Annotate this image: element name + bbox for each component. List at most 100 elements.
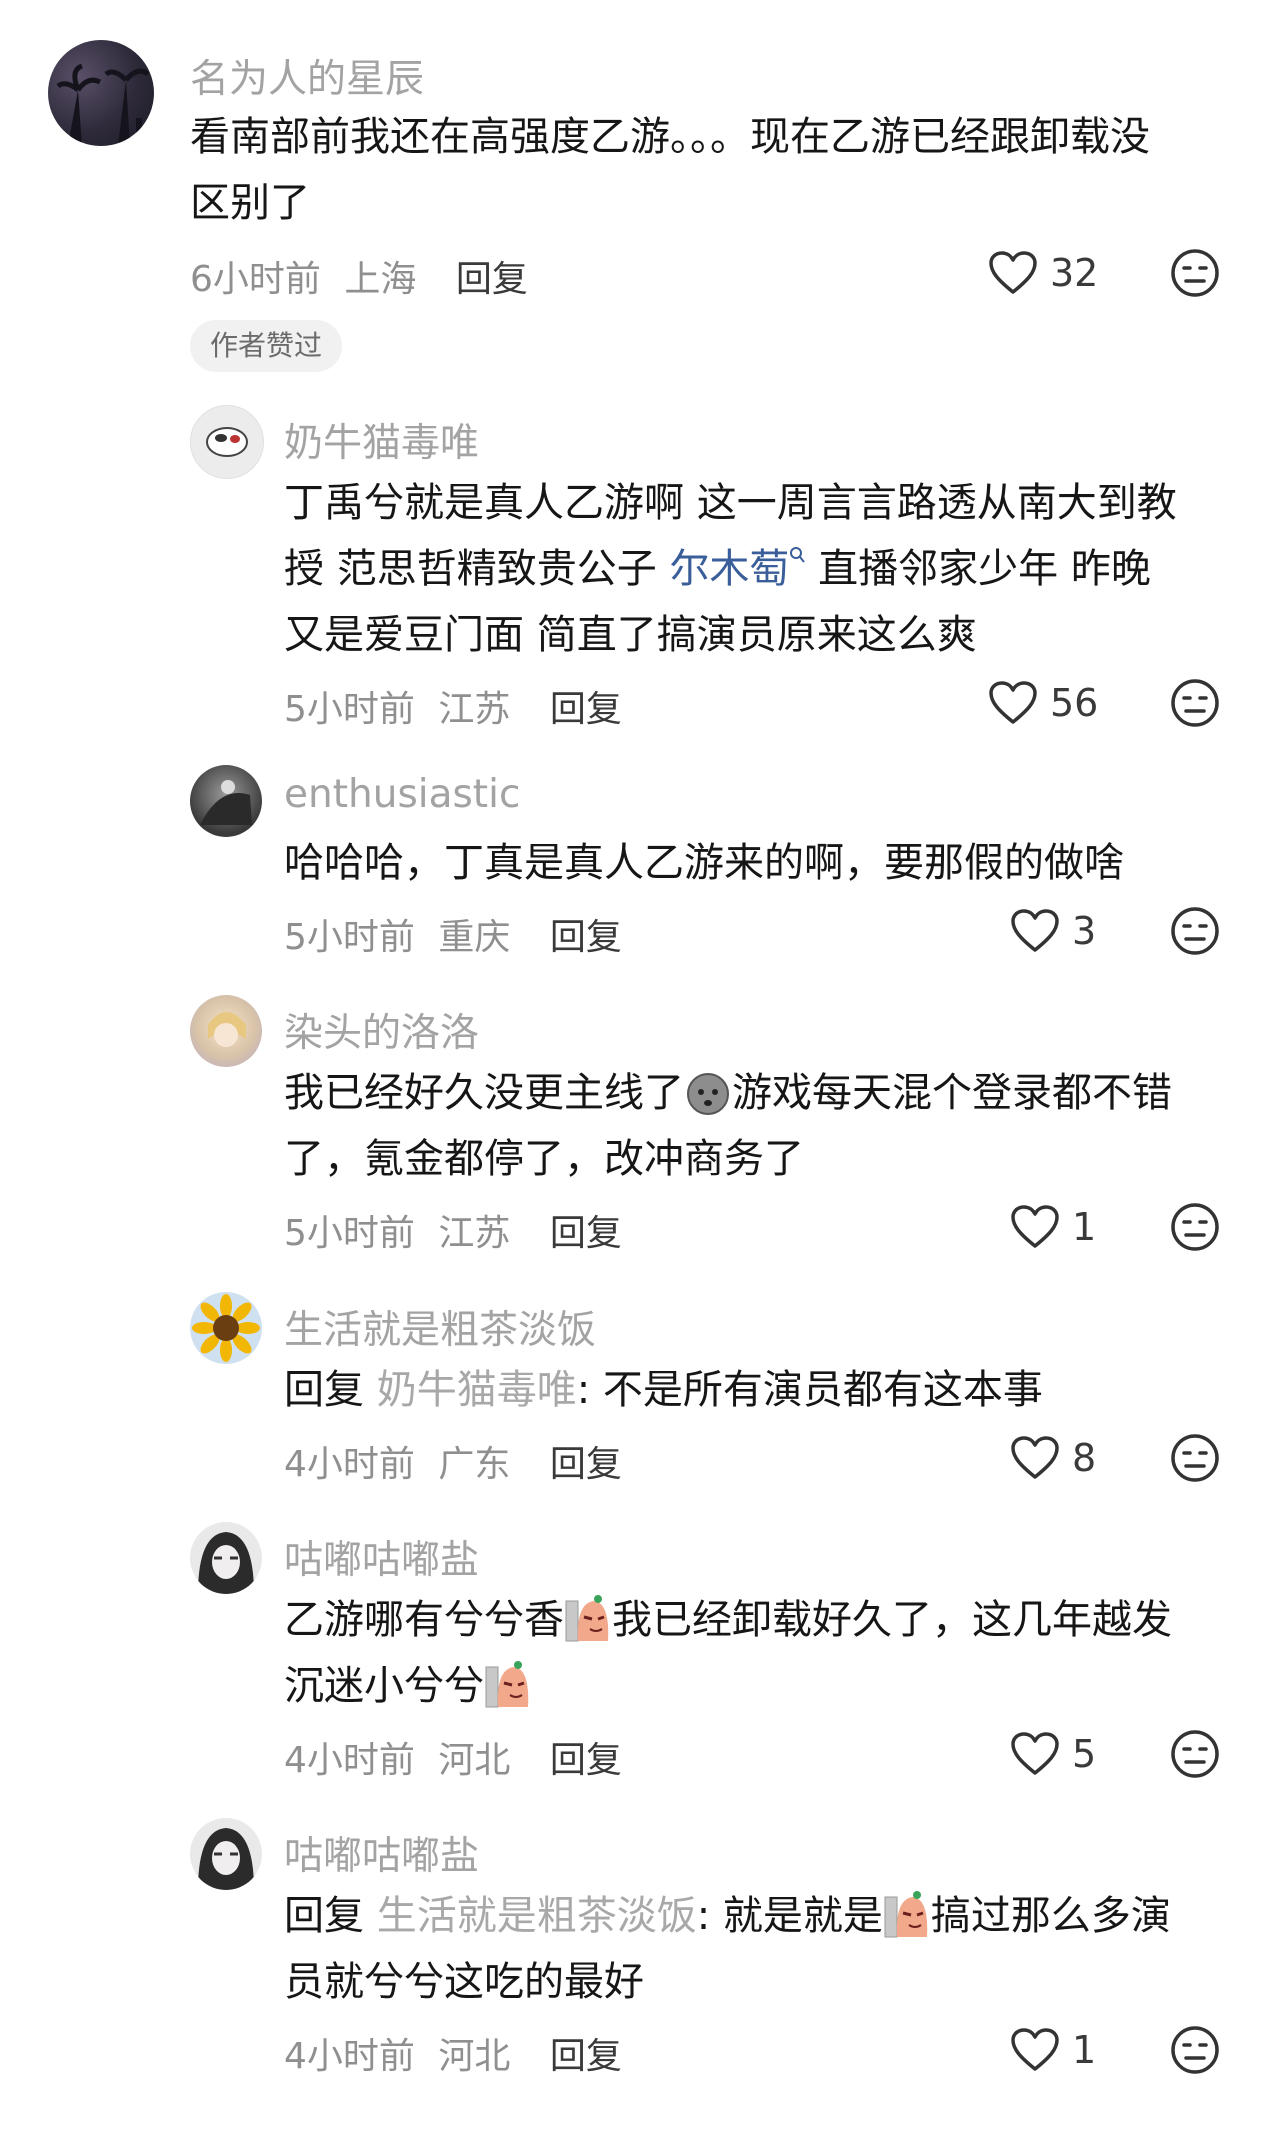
search-link-label: 尔木萄 [669, 546, 790, 592]
heart-outline-icon [1011, 909, 1059, 952]
like-count: 32 [1050, 251, 1099, 295]
sticker-emoji [684, 1066, 732, 1116]
comment-text-line: 沉迷小兮兮 [284, 1653, 532, 1719]
like-button[interactable]: 32 [988, 250, 1098, 296]
comment-username[interactable]: 奶牛猫毒唯 [284, 412, 479, 468]
comment-text-segment: 搞过那么多演 [930, 1893, 1171, 1939]
reply-prefix: 回复 [284, 1893, 377, 1939]
reply-button[interactable]: 回复 [550, 1213, 622, 1254]
heart-outline-icon [989, 251, 1037, 294]
dislike-face-icon[interactable] [1170, 906, 1220, 956]
comment-meta: 6小时前 上海 回复 [190, 250, 528, 302]
sticker-emoji [564, 1593, 612, 1643]
dislike-face-icon[interactable] [1170, 2025, 1220, 2075]
comment-text-line: 我已经好久没更主线了 游戏每天混个登录都不错 [284, 1060, 1172, 1126]
like-count: 8 [1072, 1436, 1097, 1480]
comment-username[interactable]: 生活就是粗茶淡饭 [284, 1299, 596, 1355]
like-count: 5 [1072, 1732, 1097, 1776]
like-button[interactable]: 3 [1010, 908, 1096, 954]
like-count: 56 [1050, 681, 1099, 725]
reply-button[interactable]: 回复 [456, 259, 528, 300]
comment-location: 河北 [438, 2036, 511, 2077]
heart-outline-icon [1011, 2028, 1059, 2071]
search-link[interactable]: 尔木萄 [669, 546, 806, 592]
like-count: 3 [1072, 909, 1097, 953]
comment-text-line: 了，氪金都停了，改冲商务了 [284, 1136, 804, 1182]
dislike-face-icon[interactable] [1170, 1202, 1220, 1252]
like-button[interactable]: 8 [1010, 1435, 1096, 1481]
comment-text-line: 丁禹兮就是真人乙游啊 这一周言言路透从南大到教 [284, 480, 1177, 526]
comment-meta: 5小时前 江苏 回复 [284, 1204, 622, 1256]
comment-text-segment: 沉迷小兮兮 [284, 1663, 484, 1709]
comment-meta: 5小时前 江苏 回复 [284, 680, 622, 732]
reply-prefix: 回复 [284, 1367, 377, 1413]
like-count: 1 [1072, 1205, 1097, 1249]
like-button[interactable]: 1 [1010, 1204, 1096, 1250]
comment-time: 4小时前 [284, 1740, 415, 1781]
comment-text-line: 授 范思哲精致贵公子 尔木萄 直播邻家少年 昨晚 [284, 536, 1151, 602]
comment-text-line: 员就兮兮这吃的最好 [284, 1959, 644, 2005]
reply-button[interactable]: 回复 [550, 917, 622, 958]
comment-username[interactable]: 名为人的星辰 [190, 48, 424, 104]
comment-username[interactable]: 咕嘟咕嘟盐 [284, 1529, 479, 1585]
comment-text-segment: : 不是所有演员都有这本事 [576, 1367, 1043, 1413]
heart-outline-icon [1011, 1732, 1059, 1775]
reply-button[interactable]: 回复 [550, 2036, 622, 2077]
comment-time: 5小时前 [284, 689, 415, 730]
comment-meta: 4小时前 广东 回复 [284, 1435, 622, 1487]
dislike-face-icon[interactable] [1170, 678, 1220, 728]
comment-text-segment: 游戏每天混个登录都不错 [732, 1070, 1172, 1116]
comment-username[interactable]: enthusiastic [284, 772, 520, 817]
comment-text-segment: 直播邻家少年 昨晚 [805, 546, 1151, 592]
like-button[interactable]: 1 [1010, 2027, 1096, 2073]
comment-username[interactable]: 染头的洛洛 [284, 1002, 479, 1058]
dislike-face-icon[interactable] [1170, 1433, 1220, 1483]
avatar[interactable] [190, 1522, 262, 1594]
comment-text-line: 区别了 [190, 180, 310, 226]
like-count: 1 [1072, 2028, 1097, 2072]
dislike-face-icon[interactable] [1170, 248, 1220, 298]
mention-link[interactable]: 奶牛猫毒唯 [377, 1367, 577, 1413]
comment-text-line: 回复 生活就是粗茶淡饭: 就是就是 搞过那么多演 [284, 1883, 1171, 1949]
comment-location: 广东 [438, 1444, 511, 1485]
comment-time: 5小时前 [284, 1213, 415, 1254]
avatar[interactable] [190, 1818, 262, 1890]
comment-text-segment: 我已经卸载好久了，这几年越发 [612, 1597, 1172, 1643]
comment-location: 江苏 [438, 1213, 511, 1254]
avatar[interactable] [190, 995, 262, 1067]
avatar[interactable] [190, 405, 264, 479]
like-button[interactable]: 56 [988, 680, 1098, 726]
sticker-emoji [883, 1889, 931, 1939]
comment-time: 6小时前 [190, 259, 321, 300]
comment-time: 4小时前 [284, 1444, 415, 1485]
avatar[interactable] [48, 40, 154, 146]
avatar[interactable] [190, 1292, 262, 1364]
avatar[interactable] [190, 765, 262, 837]
reply-button[interactable]: 回复 [550, 689, 622, 730]
search-icon [790, 547, 806, 563]
comment-location: 江苏 [438, 689, 511, 730]
reply-button[interactable]: 回复 [550, 1740, 622, 1781]
comment-text-line: 看南部前我还在高强度乙游。。。现在乙游已经跟卸载没 [190, 114, 1150, 160]
comment-username[interactable]: 咕嘟咕嘟盐 [284, 1825, 479, 1881]
comment-time: 4小时前 [284, 2036, 415, 2077]
comment-text-line: 哈哈哈，丁真是真人乙游来的啊，要那假的做啥 [284, 840, 1124, 886]
dislike-face-icon[interactable] [1170, 1729, 1220, 1779]
comment-text-line: 回复 奶牛猫毒唯: 不是所有演员都有这本事 [284, 1357, 1043, 1423]
comment-location: 重庆 [438, 917, 511, 958]
comment-meta: 4小时前 河北 回复 [284, 1731, 622, 1783]
sticker-emoji [484, 1659, 532, 1709]
mention-link[interactable]: 生活就是粗茶淡饭 [377, 1893, 697, 1939]
comment-text-line: 又是爱豆门面 简直了搞演员原来这么爽 [284, 612, 977, 658]
like-button[interactable]: 5 [1010, 1731, 1096, 1777]
comment-text-segment: 我已经好久没更主线了 [284, 1070, 684, 1116]
comment-location: 上海 [344, 259, 417, 300]
comment-meta: 5小时前 重庆 回复 [284, 908, 622, 960]
comment-location: 河北 [438, 1740, 511, 1781]
reply-button[interactable]: 回复 [550, 1444, 622, 1485]
comment-text-segment: : 就是就是 [696, 1893, 883, 1939]
comment-text-line: 乙游哪有兮兮香 我已经卸载好久了，这几年越发 [284, 1587, 1172, 1653]
heart-outline-icon [1011, 1205, 1059, 1248]
comment-text-segment: 乙游哪有兮兮香 [284, 1597, 564, 1643]
heart-outline-icon [989, 681, 1037, 724]
